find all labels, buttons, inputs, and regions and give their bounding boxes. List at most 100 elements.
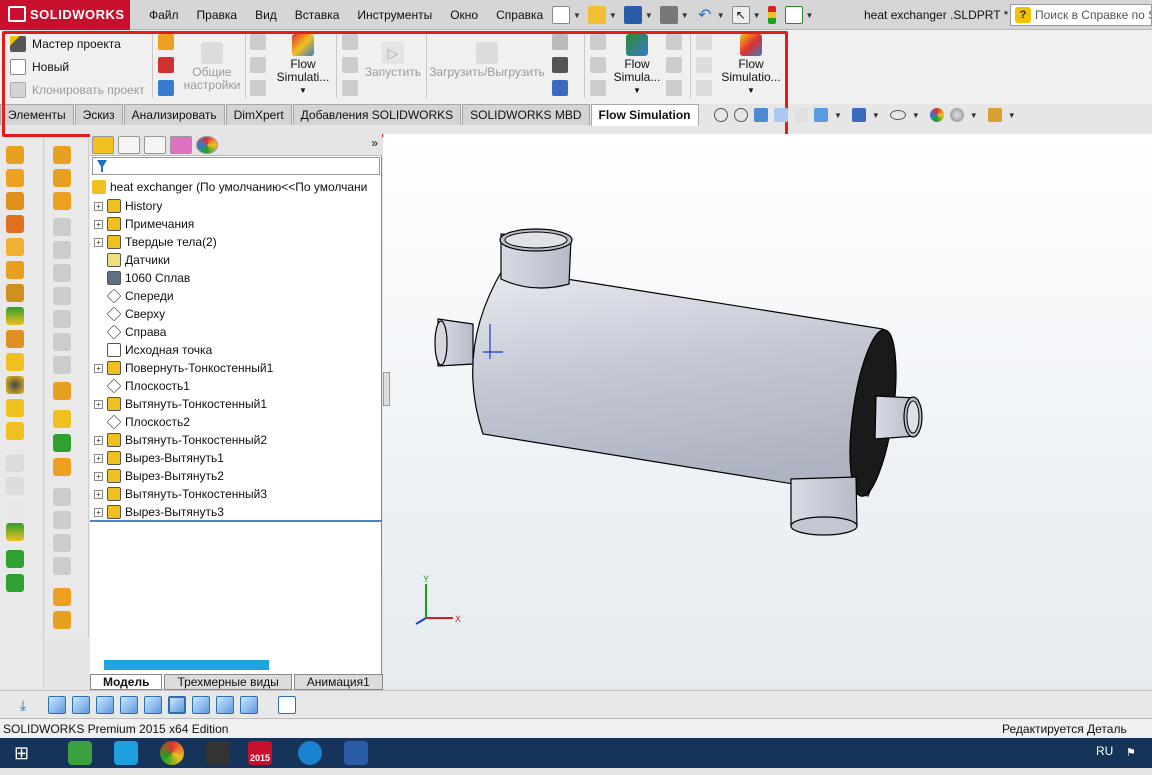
file-properties-icon[interactable] [784,6,803,24]
print-icon[interactable] [659,6,678,24]
expand-plus-icon[interactable]: + [94,507,103,517]
boundary-icon[interactable] [250,57,266,73]
expand-plus-icon[interactable]: + [94,219,103,229]
surface-plot-icon[interactable] [590,34,606,50]
pipe-icon[interactable] [6,169,24,187]
word-icon[interactable] [344,741,368,765]
tab-animation[interactable]: Анимация1 [293,674,383,690]
close-x-icon[interactable] [6,376,24,394]
expand-plus-icon[interactable]: + [94,435,103,445]
apply-scene-icon[interactable] [949,108,964,122]
chevron-down-icon[interactable]: ▼ [717,11,725,20]
tab-dimxpert[interactable]: DimXpert [225,104,292,125]
solver-icon[interactable] [342,57,358,73]
tab-3d-views[interactable]: Трехмерные виды [164,674,292,690]
chevron-down-icon[interactable]: ▼ [806,11,814,20]
box-icon[interactable] [53,410,71,428]
disabled-tool-icon[interactable] [53,241,71,259]
flag-icon[interactable]: ⚑ [1126,746,1136,759]
parametric-icon[interactable] [696,80,712,96]
rebuild-traffic-light-icon[interactable] [767,6,776,24]
expand-plus-icon[interactable]: + [94,471,103,481]
new-project-button[interactable]: Новый [10,59,69,75]
boundary-condition-icon[interactable] [6,261,24,279]
disabled-tool-icon[interactable] [53,356,71,374]
disabled-tool-icon[interactable] [6,477,24,495]
tab-solidworks-addins[interactable]: Добавления SOLIDWORKS [292,104,462,125]
report-icon[interactable] [666,80,682,96]
y-pipe-icon[interactable] [6,422,24,440]
tree-root-part[interactable]: heat exchanger (По умолчанию<<По умолчан… [92,180,367,194]
expand-plus-icon[interactable]: + [94,489,103,499]
open-folder-icon[interactable] [587,6,606,24]
previous-view-icon[interactable] [754,108,768,122]
chevron-down-icon[interactable]: ▼ [681,11,689,20]
chevron-down-icon[interactable]: ▼ [970,111,978,120]
chevron-down-icon[interactable]: ▼ [718,84,784,97]
tree-item[interactable]: Плоскость2 [94,413,190,431]
chrome-icon[interactable] [160,741,184,765]
left-view-icon[interactable] [96,695,114,714]
xy-plot-icon[interactable] [666,34,682,50]
menu-help[interactable]: Справка [487,0,552,30]
app-icon[interactable] [206,741,230,765]
tab-evaluate[interactable]: Анализировать [123,104,225,125]
tree-item[interactable]: Справа [94,323,166,341]
expand-plus-icon[interactable]: + [94,237,103,247]
project-tree-icon[interactable] [158,80,174,96]
section-view-icon[interactable] [774,108,788,122]
language-indicator[interactable]: RU [1096,744,1113,758]
chevron-down-icon[interactable]: ▼ [272,84,334,97]
expand-plus-icon[interactable]: + [94,363,103,373]
tree-item[interactable]: + History [94,197,162,215]
shell-icon[interactable] [53,382,71,400]
paint-bucket-icon[interactable] [53,588,71,606]
disabled-tool-icon[interactable] [53,333,71,351]
tab-features[interactable]: Элементы [0,104,74,125]
fluid-subdomain-icon[interactable] [158,34,174,50]
tree-filter-input[interactable] [92,157,380,175]
disabled-tool-icon[interactable] [53,557,71,575]
tree-item[interactable]: + Вытянуть-Тонкостенный1 [94,395,267,413]
sweep-icon[interactable] [53,192,71,210]
menu-tools[interactable]: Инструменты [348,0,441,30]
chevron-down-icon[interactable]: ▼ [612,84,662,97]
disabled-tool-icon[interactable] [53,310,71,328]
menu-edit[interactable]: Правка [188,0,247,30]
clone-project-button[interactable]: Клонировать проект [10,82,145,98]
mesh-icon[interactable] [250,34,266,50]
disabled-tool-icon[interactable] [6,454,24,472]
goal-icon[interactable] [250,80,266,96]
solidworks-taskbar-icon[interactable]: 2015 [248,741,272,765]
chevron-down-icon[interactable]: ▼ [834,111,842,120]
monitor-icon[interactable] [342,80,358,96]
expand-plus-icon[interactable]: + [94,399,103,409]
menu-view[interactable]: Вид [246,0,286,30]
help-search-input[interactable]: ? Поиск в Справке по SOLIDWORKS [1010,4,1152,26]
expand-panel-icon[interactable]: » [371,136,378,150]
chevron-down-icon[interactable]: ▼ [573,11,581,20]
lightbulb-icon[interactable] [696,34,712,50]
collapse-panel-handle[interactable] [383,372,390,406]
tree-item[interactable]: + Примечания [94,215,194,233]
flow-trajectory-icon[interactable] [590,80,606,96]
tree-item[interactable]: + Вытянуть-Тонкостенный3 [94,485,267,503]
tree-horizontal-scrollbar[interactable] [104,660,269,670]
dimetric-view-icon[interactable] [240,695,258,714]
trimetric-view-icon[interactable] [216,695,234,714]
goal-icon[interactable] [6,307,24,325]
expand-plus-icon[interactable]: + [94,453,103,463]
tree-item[interactable]: Сверху [94,305,165,323]
cut-plot-icon[interactable] [552,34,568,50]
select-cursor-icon[interactable]: ↖ [731,6,750,24]
tree-item[interactable]: Спереди [94,287,174,305]
utorrent-icon[interactable] [68,741,92,765]
solid-material-icon[interactable] [6,284,24,302]
menu-window[interactable]: Окно [441,0,487,30]
chevron-down-icon[interactable]: ▼ [872,111,880,120]
tree-item[interactable]: + Вытянуть-Тонкостенный2 [94,431,267,449]
tree-item[interactable]: Исходная точка [94,341,212,359]
bottom-view-icon[interactable] [168,695,186,714]
disabled-tool-icon[interactable] [53,511,71,529]
view-orientation-icon[interactable] [814,108,828,122]
